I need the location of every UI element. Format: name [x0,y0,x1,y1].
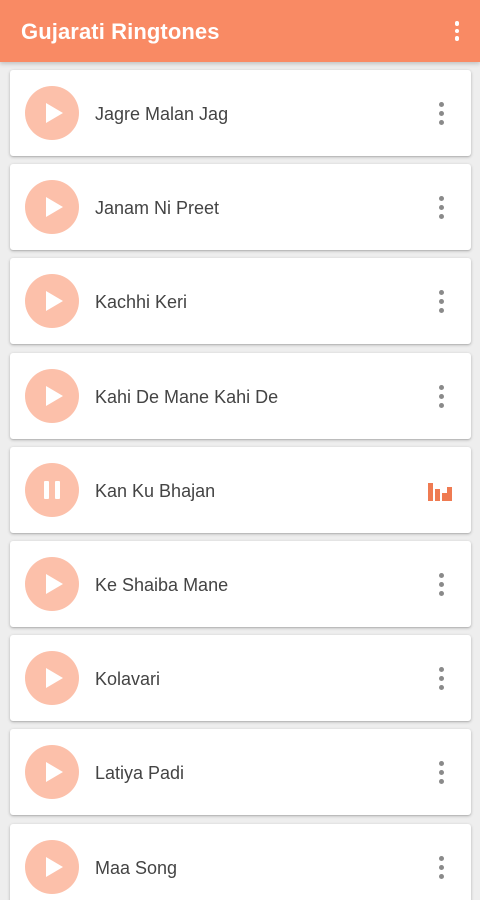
menu-dot [438,666,444,672]
menu-dot [438,675,444,681]
menu-dot [438,393,444,399]
play-icon [46,197,63,217]
play-button[interactable] [25,557,79,611]
menu-dot [438,760,444,766]
play-icon [46,857,63,877]
list-item[interactable]: Jagre Malan Jag [10,70,471,156]
more-vert-icon[interactable] [431,570,451,598]
list-item[interactable]: Kachhi Keri [10,258,471,344]
menu-dot [438,402,444,408]
app-title: Gujarati Ringtones [21,19,220,44]
more-vert-icon[interactable] [431,758,451,786]
more-vert-icon[interactable] [431,287,451,315]
menu-dot [438,213,444,219]
menu-dot [438,101,444,107]
song-title: Jagre Malan Jag [95,104,229,124]
menu-dot [454,21,460,26]
menu-dot [438,572,444,578]
song-title: Kan Ku Bhajan [95,481,216,501]
play-icon [46,668,63,688]
menu-dot [438,684,444,690]
play-button[interactable] [25,86,79,140]
more-vert-icon[interactable] [431,664,451,692]
list-item[interactable]: Latiya Padi [10,729,471,815]
play-button[interactable] [25,840,79,894]
more-vert-icon[interactable] [431,853,451,881]
menu-dot [438,110,444,116]
play-icon [46,574,63,594]
menu-dot [438,581,444,587]
menu-dot [454,36,460,41]
app-bar: Gujarati Ringtones [0,0,480,62]
menu-dot [438,769,444,775]
menu-dot [438,289,444,295]
play-icon [46,386,63,406]
menu-dot [438,864,444,870]
menu-dot [438,778,444,784]
song-title: Kachhi Keri [95,292,188,312]
pause-icon [44,481,49,499]
equalizer-bar [435,489,440,501]
menu-dot [438,855,444,861]
app-root: Gujarati Ringtones Jagre Malan Jag Janam … [0,0,480,900]
play-icon [46,103,63,123]
more-vert-icon[interactable] [431,382,451,410]
list-item[interactable]: Maa Song [10,824,471,900]
more-vert-icon[interactable] [431,193,451,221]
equalizer-icon [428,483,452,501]
play-button[interactable] [25,180,79,234]
more-vert-icon[interactable] [446,17,468,45]
song-title: Kolavari [95,669,161,689]
play-button[interactable] [25,369,79,423]
menu-dot [454,28,460,34]
song-title: Ke Shaiba Mane [95,575,229,595]
menu-dot [438,307,444,313]
list-item[interactable]: Kan Ku Bhajan [10,447,471,533]
more-vert-icon[interactable] [431,99,451,127]
menu-dot [438,204,444,210]
list-item[interactable]: Kahi De Mane Kahi De [10,353,471,439]
play-button[interactable] [25,745,79,799]
song-title: Kahi De Mane Kahi De [95,387,279,407]
menu-dot [438,119,444,125]
list-item[interactable]: Janam Ni Preet [10,164,471,250]
play-button[interactable] [25,274,79,328]
equalizer-bar [447,487,452,501]
menu-dot [438,590,444,596]
song-title: Maa Song [95,858,178,878]
play-button[interactable] [25,651,79,705]
song-title: Janam Ni Preet [95,198,220,218]
play-icon [46,762,63,782]
list-item[interactable]: Ke Shaiba Mane [10,541,471,627]
pause-icon [55,481,60,499]
menu-dot [438,384,444,390]
song-title: Latiya Padi [95,763,185,783]
list-item[interactable]: Kolavari [10,635,471,721]
pause-button[interactable] [25,463,79,517]
play-icon [46,291,63,311]
menu-dot [438,195,444,201]
menu-dot [438,298,444,304]
menu-dot [438,873,444,879]
equalizer-bar [428,483,433,501]
